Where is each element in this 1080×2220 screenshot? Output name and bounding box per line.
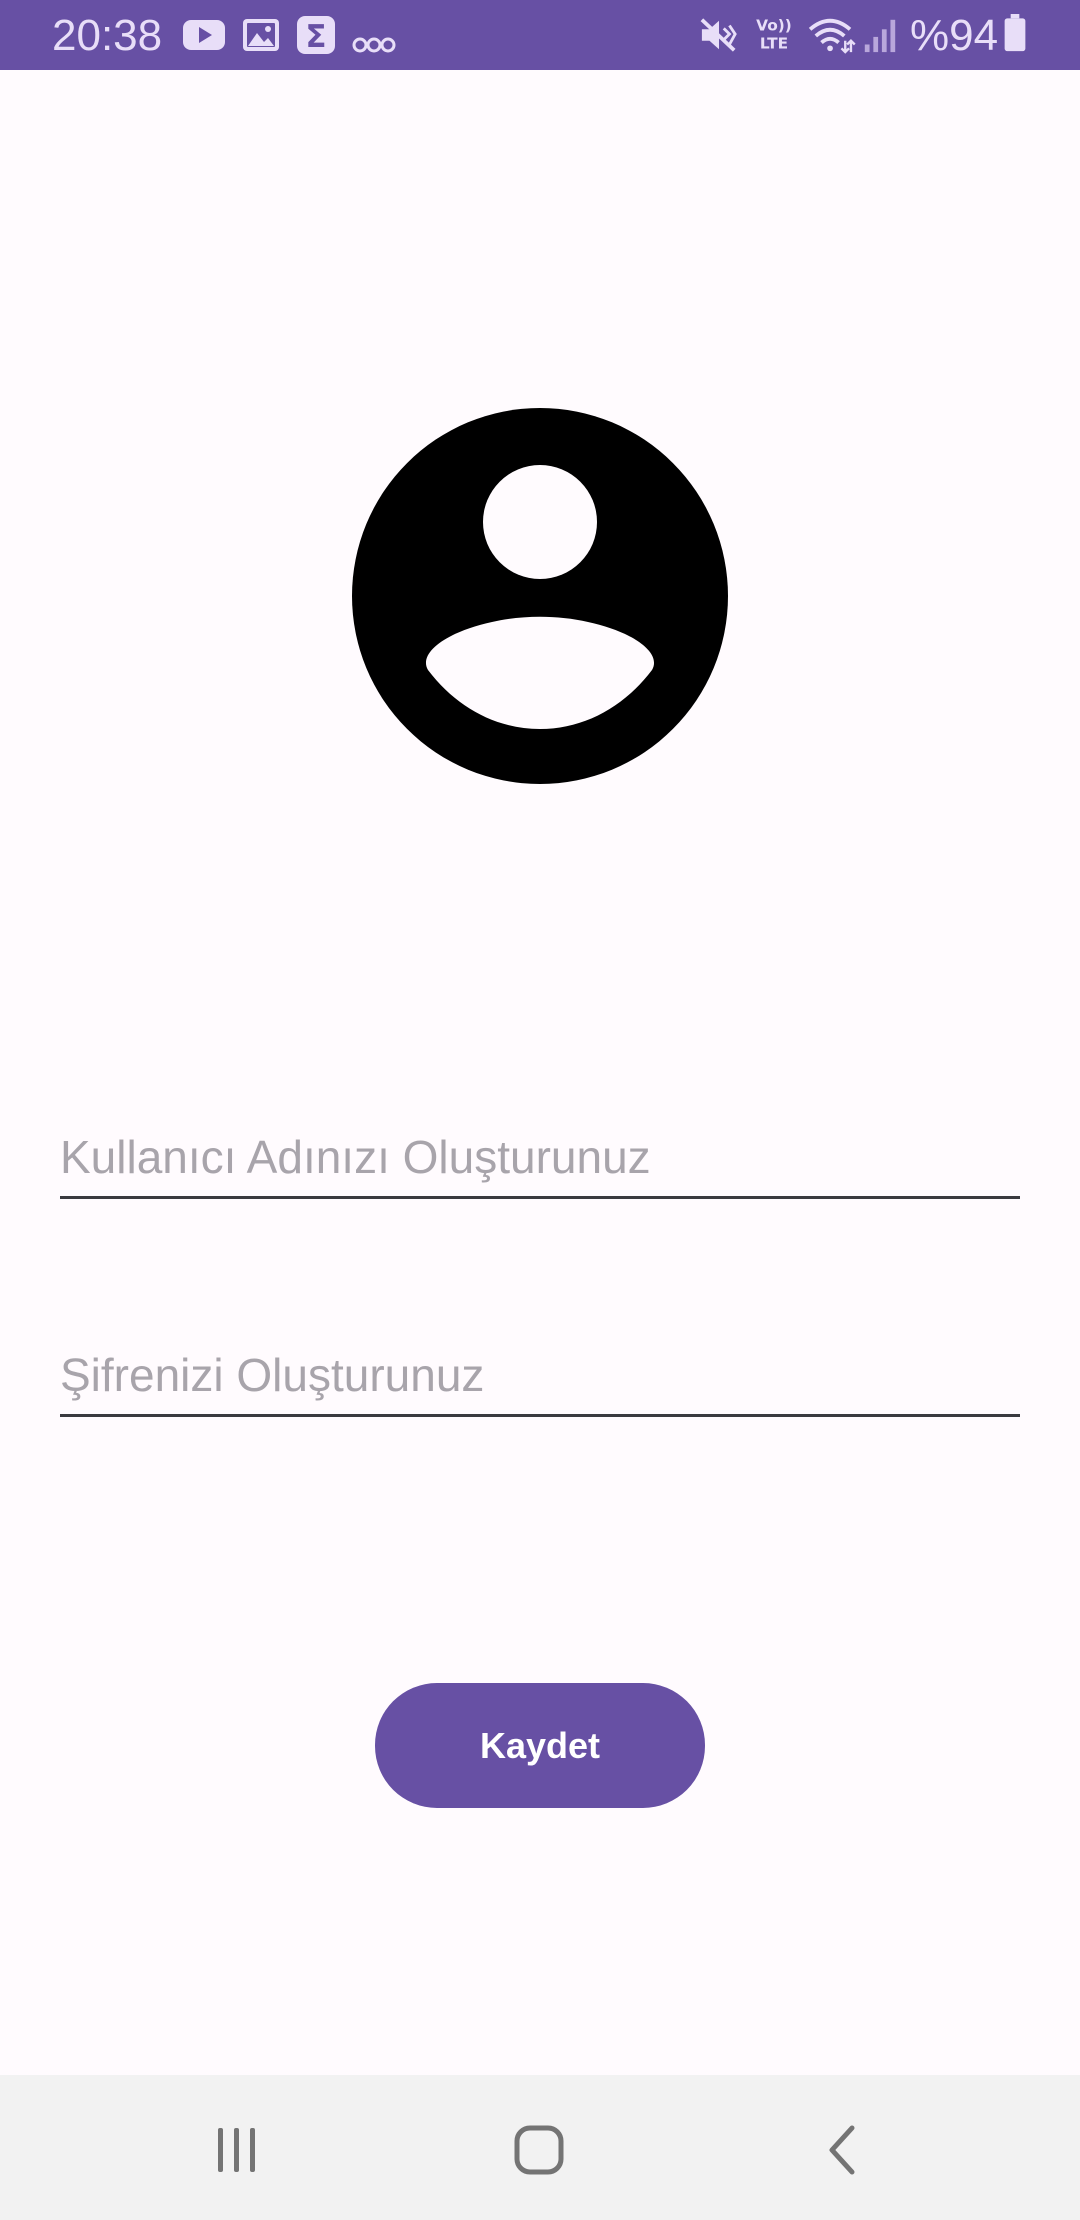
home-icon (514, 2125, 564, 2175)
username-field[interactable] (60, 1118, 1020, 1199)
status-time: 20:38 (52, 11, 163, 60)
battery-percentage: %94 (910, 11, 999, 60)
wifi-icon (808, 18, 856, 54)
svg-text:Σ: Σ (305, 19, 326, 54)
svg-text:LTE: LTE (760, 34, 788, 52)
navigation-bar (0, 2075, 1080, 2220)
mute-icon (700, 18, 737, 52)
username-input[interactable] (60, 1118, 1020, 1196)
svg-text:Vo)): Vo)) (756, 16, 792, 34)
back-button[interactable] (782, 2105, 902, 2195)
status-bar: 20:38 Σ Vo)) LTE %94 (0, 0, 1080, 70)
back-icon (829, 2125, 855, 2175)
volte-icon: Vo)) LTE (756, 16, 792, 52)
password-field[interactable] (60, 1336, 1020, 1417)
gallery-icon (243, 19, 279, 51)
voicemail-icon (352, 37, 396, 53)
save-button[interactable]: Kaydet (375, 1683, 705, 1808)
recents-button[interactable] (177, 2105, 297, 2195)
username-underline (60, 1196, 1020, 1199)
home-button[interactable] (479, 2105, 599, 2195)
battery-icon (1004, 14, 1026, 52)
recents-icon (218, 2128, 255, 2172)
signal-icon (864, 19, 896, 53)
sigma-app-icon: Σ (297, 16, 335, 54)
account-circle-icon (352, 408, 728, 784)
youtube-icon (183, 20, 225, 50)
password-underline (60, 1414, 1020, 1417)
password-input[interactable] (60, 1336, 1020, 1414)
